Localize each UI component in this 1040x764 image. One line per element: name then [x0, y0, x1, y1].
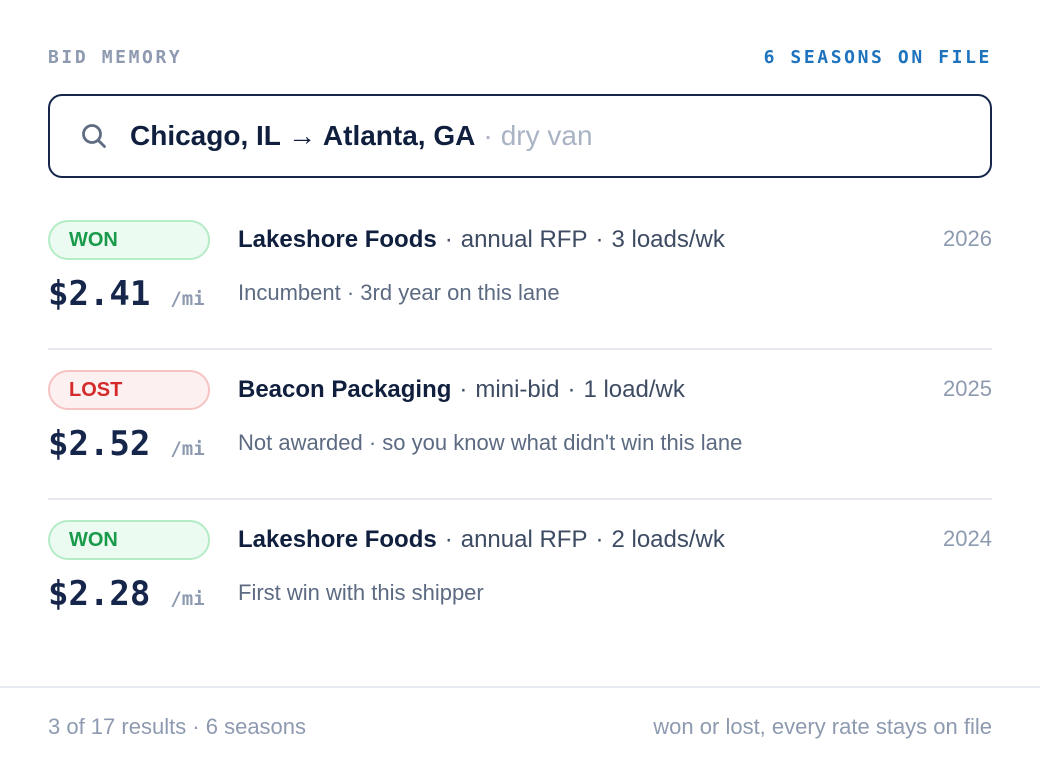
rate: $2.41 /mi — [48, 274, 205, 316]
shipper-name: Lakeshore Foods — [238, 226, 437, 253]
search-icon — [82, 124, 106, 148]
shipper-name: Lakeshore Foods — [238, 526, 437, 553]
rate-value: $2.41 — [48, 274, 151, 314]
rate-unit: /mi — [170, 288, 205, 310]
bid-type: annual RFP — [460, 526, 588, 553]
season-year: 2025 — [943, 376, 992, 401]
bid-type: annual RFP — [460, 226, 588, 253]
bid-title: Beacon Packaging · mini-bid · 1 load/wk — [238, 376, 685, 404]
separator-dot: · — [595, 526, 604, 553]
season-year: 2026 — [943, 226, 992, 251]
load-volume: 3 loads/wk — [611, 226, 725, 253]
bid-note: First win with this shipper — [238, 580, 484, 605]
seasons-count: 6 SEASONS ON FILE — [763, 46, 992, 68]
load-volume: 1 load/wk — [583, 376, 685, 403]
footer: 3 of 17 results · 6 seasons won or lost,… — [0, 686, 1040, 764]
header: BID MEMORY 6 SEASONS ON FILE — [48, 44, 992, 70]
results-summary: 3 of 17 results · 6 seasons — [48, 714, 307, 739]
rate-value: $2.52 — [48, 424, 151, 464]
rate-unit: /mi — [170, 438, 205, 460]
lane-search-field[interactable]: Chicago, IL → Atlanta, GA · dry van — [48, 94, 992, 178]
rate-value: $2.28 — [48, 574, 151, 614]
separator-dot: · — [444, 526, 453, 553]
bid-type: mini-bid — [475, 376, 560, 403]
status-badge: WON — [48, 520, 210, 560]
rate: $2.52 /mi — [48, 424, 205, 466]
search-query: Chicago, IL → Atlanta, GA — [130, 120, 476, 151]
separator-dot: · — [595, 226, 604, 253]
bid-row[interactable]: WON $2.41 /mi Lakeshore Foods · annual RFP… — [48, 200, 992, 350]
query-separator: · — [483, 120, 493, 151]
season-year: 2024 — [943, 526, 992, 551]
equipment-type: dry van — [500, 120, 593, 151]
separator-dot: · — [567, 376, 576, 403]
bid-row[interactable]: LOST $2.52 /mi Beacon Packaging · mini-bid… — [48, 350, 992, 500]
bid-row[interactable]: WON $2.28 /mi Lakeshore Foods · annual RFP… — [48, 500, 992, 650]
shipper-name: Beacon Packaging — [238, 376, 452, 403]
rate-unit: /mi — [170, 588, 205, 610]
status-badge: WON — [48, 220, 210, 260]
bid-title: Lakeshore Foods · annual RFP · 3 loads/wk — [238, 226, 725, 254]
separator-dot: · — [444, 226, 453, 253]
separator-dot: · — [459, 376, 468, 403]
bid-note: Not awarded · so you know what didn't wi… — [238, 430, 743, 455]
bid-title: Lakeshore Foods · annual RFP · 2 loads/wk — [238, 526, 725, 554]
bid-results-list: WON $2.41 /mi Lakeshore Foods · annual RFP… — [48, 200, 992, 650]
section-kicker: BID MEMORY — [48, 46, 183, 68]
footer-tagline: won or lost, every rate stays on file — [653, 714, 992, 739]
load-volume: 2 loads/wk — [611, 526, 725, 553]
status-badge: LOST — [48, 370, 210, 410]
rate: $2.28 /mi — [48, 574, 205, 616]
bid-note: Incumbent · 3rd year on this lane — [238, 280, 560, 305]
